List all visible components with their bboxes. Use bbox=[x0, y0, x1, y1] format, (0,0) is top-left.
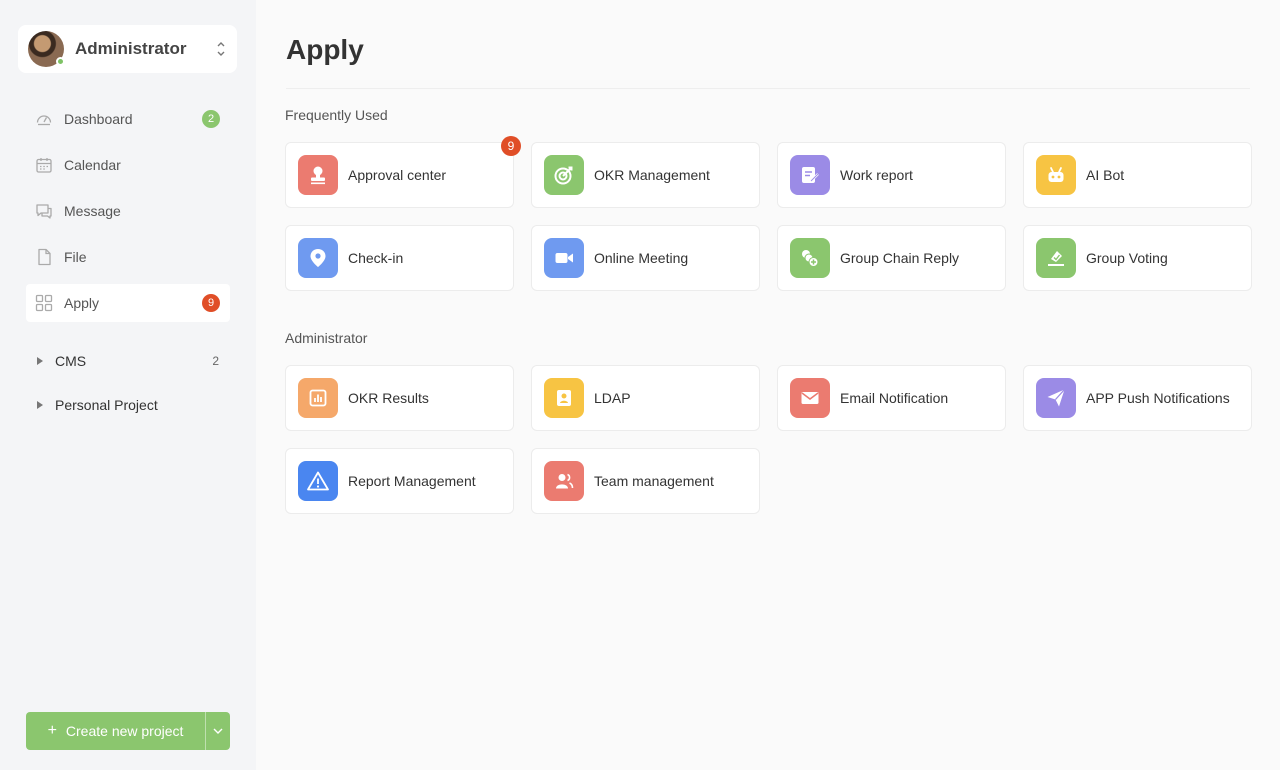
caret-right-icon[interactable] bbox=[37, 357, 43, 365]
app-card-ai-bot[interactable]: AI Bot bbox=[1023, 142, 1252, 208]
create-project-button-group: + Create new project bbox=[26, 712, 230, 750]
app-label: Check-in bbox=[348, 250, 404, 266]
avatar bbox=[28, 31, 65, 67]
app-card-group-voting[interactable]: Group Voting bbox=[1023, 225, 1252, 291]
plus-icon: + bbox=[47, 722, 57, 739]
bar-chart-icon bbox=[298, 378, 338, 418]
file-icon bbox=[38, 248, 51, 266]
project-item-personal[interactable]: Personal Project bbox=[26, 386, 230, 424]
sidebar-item-dashboard[interactable]: Dashboard 2 bbox=[26, 100, 230, 138]
section-title-frequently-used: Frequently Used bbox=[285, 107, 388, 123]
notification-badge: 2 bbox=[202, 110, 220, 128]
app-grid-frequently-used: Approval center 9 OKR Management Work re… bbox=[285, 136, 1252, 291]
chevron-up-down-icon bbox=[217, 42, 225, 56]
report-edit-icon bbox=[790, 155, 830, 195]
sidebar-item-calendar[interactable]: Calendar bbox=[26, 146, 230, 184]
app-card-team-management[interactable]: Team management bbox=[531, 448, 760, 514]
paper-plane-icon bbox=[1036, 378, 1076, 418]
app-card-report-management[interactable]: Report Management bbox=[285, 448, 514, 514]
app-label: Email Notification bbox=[840, 390, 949, 406]
app-label: Group Voting bbox=[1086, 250, 1168, 266]
create-project-label: Create new project bbox=[65, 723, 184, 739]
team-icon bbox=[544, 461, 584, 501]
sidebar-item-message[interactable]: Message bbox=[26, 192, 230, 230]
app-card-okr-results[interactable]: OKR Results bbox=[285, 365, 514, 431]
sidebar-item-apply[interactable]: Apply 9 bbox=[26, 284, 230, 322]
app-label: AI Bot bbox=[1086, 167, 1125, 183]
project-item-cms[interactable]: CMS 2 bbox=[26, 342, 230, 380]
message-icon bbox=[36, 204, 52, 219]
mail-icon bbox=[790, 378, 830, 418]
user-name: Administrator bbox=[75, 39, 187, 58]
vote-icon bbox=[1036, 238, 1076, 278]
app-label: Approval center bbox=[348, 167, 447, 183]
sidebar-item-label: Dashboard bbox=[64, 111, 133, 127]
online-status-dot bbox=[56, 57, 65, 66]
app-label: Team management bbox=[594, 473, 714, 489]
stamp-icon bbox=[298, 155, 338, 195]
notification-badge: 9 bbox=[202, 294, 220, 312]
contact-card-icon bbox=[544, 378, 584, 418]
app-card-check-in[interactable]: Check-in bbox=[285, 225, 514, 291]
create-project-button[interactable]: + Create new project bbox=[26, 712, 205, 750]
page-title: Apply bbox=[286, 34, 364, 65]
sidebar-nav: Dashboard 2 Calendar Message File Apply … bbox=[26, 100, 230, 330]
app-card-work-report[interactable]: Work report bbox=[777, 142, 1006, 208]
app-label: LDAP bbox=[594, 390, 631, 406]
notification-badge: 9 bbox=[501, 136, 521, 156]
app-card-group-chain-reply[interactable]: Group Chain Reply bbox=[777, 225, 1006, 291]
app-grid-administrator: OKR Results LDAP Email Notification APP … bbox=[285, 365, 1252, 514]
app-card-app-push-notifications[interactable]: APP Push Notifications bbox=[1023, 365, 1252, 431]
sidebar-item-label: Message bbox=[64, 203, 121, 219]
project-list: CMS 2 Personal Project bbox=[26, 342, 230, 430]
sidebar-item-label: File bbox=[64, 249, 87, 265]
divider bbox=[286, 88, 1250, 89]
user-switcher[interactable]: Administrator bbox=[18, 25, 237, 73]
sidebar: Administrator Dashboard 2 Calendar Messa… bbox=[0, 0, 256, 770]
apps-icon bbox=[35, 294, 53, 312]
app-label: OKR Results bbox=[348, 390, 429, 406]
project-count: 2 bbox=[212, 354, 219, 368]
create-project-dropdown[interactable] bbox=[205, 712, 230, 750]
app-card-online-meeting[interactable]: Online Meeting bbox=[531, 225, 760, 291]
app-label: APP Push Notifications bbox=[1086, 390, 1230, 406]
app-label: OKR Management bbox=[594, 167, 710, 183]
location-pin-icon bbox=[298, 238, 338, 278]
section-title-administrator: Administrator bbox=[285, 330, 368, 346]
chevron-down-icon bbox=[213, 728, 223, 734]
sidebar-item-label: Calendar bbox=[64, 157, 121, 173]
app-label: Report Management bbox=[348, 473, 476, 489]
app-label: Online Meeting bbox=[594, 250, 689, 266]
app-card-okr-management[interactable]: OKR Management bbox=[531, 142, 760, 208]
robot-icon bbox=[1036, 155, 1076, 195]
sidebar-item-label: Apply bbox=[64, 295, 100, 311]
dashboard-icon bbox=[36, 115, 52, 126]
app-card-approval-center[interactable]: Approval center 9 bbox=[285, 136, 521, 208]
sidebar-item-file[interactable]: File bbox=[26, 238, 230, 276]
video-camera-icon bbox=[544, 238, 584, 278]
app-label: Work report bbox=[840, 167, 913, 183]
chain-reply-icon bbox=[790, 238, 830, 278]
caret-right-icon[interactable] bbox=[37, 401, 43, 409]
main-content: Apply Frequently Used Approval center 9 bbox=[256, 0, 1280, 770]
app-card-ldap[interactable]: LDAP bbox=[531, 365, 760, 431]
target-icon bbox=[544, 155, 584, 195]
calendar-icon bbox=[36, 158, 52, 173]
app-card-email-notification[interactable]: Email Notification bbox=[777, 365, 1006, 431]
app-label: Group Chain Reply bbox=[840, 250, 960, 266]
project-label: Personal Project bbox=[55, 397, 158, 413]
warning-icon bbox=[298, 461, 338, 501]
project-label: CMS bbox=[55, 353, 87, 369]
